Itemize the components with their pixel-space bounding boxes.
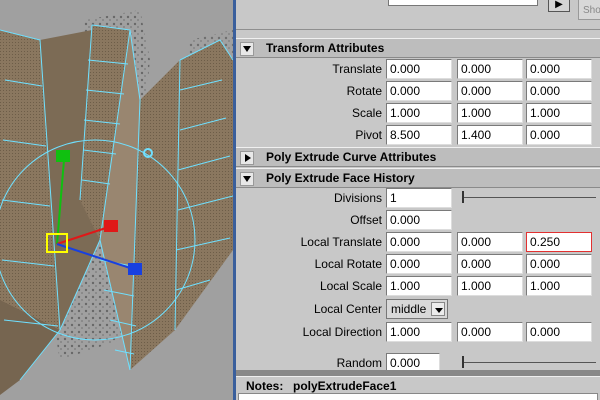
- local-direction-y-field[interactable]: [457, 322, 523, 342]
- random-field[interactable]: [386, 353, 440, 370]
- divisions-label: Divisions: [333, 191, 382, 205]
- notes-panel: Notes: polyExtrudeFace1: [236, 376, 600, 400]
- scale-y-field[interactable]: [457, 103, 523, 123]
- 3d-viewport[interactable]: [0, 0, 233, 400]
- translate-label: Translate: [332, 62, 382, 76]
- divisions-slider-handle[interactable]: [462, 191, 464, 203]
- local-scale-label: Local Scale: [319, 279, 382, 293]
- notes-textarea[interactable]: [238, 393, 598, 400]
- row-rotate: Rotate: [236, 80, 600, 102]
- row-random: Random: [236, 352, 600, 370]
- rotate-label: Rotate: [346, 84, 382, 98]
- local-scale-z-field[interactable]: [526, 276, 592, 296]
- section-title: Transform Attributes: [266, 41, 385, 55]
- pivot-x-field[interactable]: [386, 125, 452, 145]
- chevron-down-icon[interactable]: [431, 302, 445, 316]
- section-title: Poly Extrude Curve Attributes: [266, 150, 437, 164]
- row-translate: Translate: [236, 58, 600, 80]
- pivot-label: Pivot: [355, 128, 382, 142]
- scale-label: Scale: [351, 106, 382, 120]
- scale-z-field[interactable]: [526, 103, 592, 123]
- collapse-triangle-icon[interactable]: [240, 172, 254, 186]
- pivot-z-field[interactable]: [526, 125, 592, 145]
- random-slider-handle[interactable]: [462, 356, 464, 368]
- section-title: Poly Extrude Face History: [266, 171, 415, 185]
- attribute-editor: ▶ Sho Transform Attributes Translate Rot…: [236, 0, 600, 400]
- local-direction-z-field[interactable]: [526, 322, 592, 342]
- translate-z-field[interactable]: [526, 59, 592, 79]
- offset-label: Offset: [350, 213, 382, 227]
- row-local-translate: Local Translate: [236, 231, 600, 253]
- local-translate-label: Local Translate: [300, 235, 382, 249]
- section-transform-attributes[interactable]: Transform Attributes: [236, 38, 600, 58]
- random-label: Random: [336, 356, 382, 370]
- row-local-scale: Local Scale: [236, 275, 600, 297]
- section-poly-extrude-face-history[interactable]: Poly Extrude Face History: [236, 168, 600, 188]
- pivot-y-field[interactable]: [457, 125, 523, 145]
- scale-x-field[interactable]: [386, 103, 452, 123]
- local-translate-z-field[interactable]: [526, 232, 592, 252]
- local-center-label: Local Center: [313, 302, 382, 316]
- rotate-x-field[interactable]: [386, 81, 452, 101]
- local-direction-x-field[interactable]: [386, 322, 452, 342]
- local-rotate-x-field[interactable]: [386, 254, 452, 274]
- show-button[interactable]: Sho: [578, 0, 600, 20]
- row-divisions: Divisions: [236, 187, 600, 209]
- local-center-value: middle: [391, 302, 427, 316]
- offset-field[interactable]: [386, 210, 452, 230]
- local-rotate-label: Local Rotate: [314, 257, 382, 271]
- row-pivot: Pivot: [236, 124, 600, 146]
- expand-triangle-icon[interactable]: [240, 151, 254, 165]
- node-name-field[interactable]: [388, 0, 538, 6]
- local-center-dropdown[interactable]: middle: [386, 299, 448, 319]
- random-slider-track[interactable]: [462, 362, 596, 363]
- translate-x-field[interactable]: [386, 59, 452, 79]
- section-poly-extrude-curve-attributes[interactable]: Poly Extrude Curve Attributes: [236, 147, 600, 167]
- select-button[interactable]: ▶: [548, 0, 570, 12]
- row-local-rotate: Local Rotate: [236, 253, 600, 275]
- viewport-scene: [0, 0, 233, 400]
- row-offset: Offset: [236, 209, 600, 231]
- local-rotate-z-field[interactable]: [526, 254, 592, 274]
- local-translate-x-field[interactable]: [386, 232, 452, 252]
- notes-node-name: polyExtrudeFace1: [293, 379, 397, 393]
- row-local-direction: Local Direction: [236, 321, 600, 343]
- collapse-triangle-icon[interactable]: [240, 42, 254, 56]
- divisions-field[interactable]: [386, 188, 452, 208]
- local-scale-y-field[interactable]: [457, 276, 523, 296]
- rotate-y-field[interactable]: [457, 81, 523, 101]
- local-scale-x-field[interactable]: [386, 276, 452, 296]
- top-toolbar: ▶ Sho: [236, 0, 600, 30]
- rotate-z-field[interactable]: [526, 81, 592, 101]
- local-rotate-y-field[interactable]: [457, 254, 523, 274]
- local-translate-y-field[interactable]: [457, 232, 523, 252]
- notes-label: Notes:: [246, 379, 284, 393]
- divisions-slider-track[interactable]: [462, 197, 596, 198]
- row-local-center: Local Center middle: [236, 298, 600, 320]
- row-scale: Scale: [236, 102, 600, 124]
- translate-y-field[interactable]: [457, 59, 523, 79]
- local-direction-label: Local Direction: [302, 325, 382, 339]
